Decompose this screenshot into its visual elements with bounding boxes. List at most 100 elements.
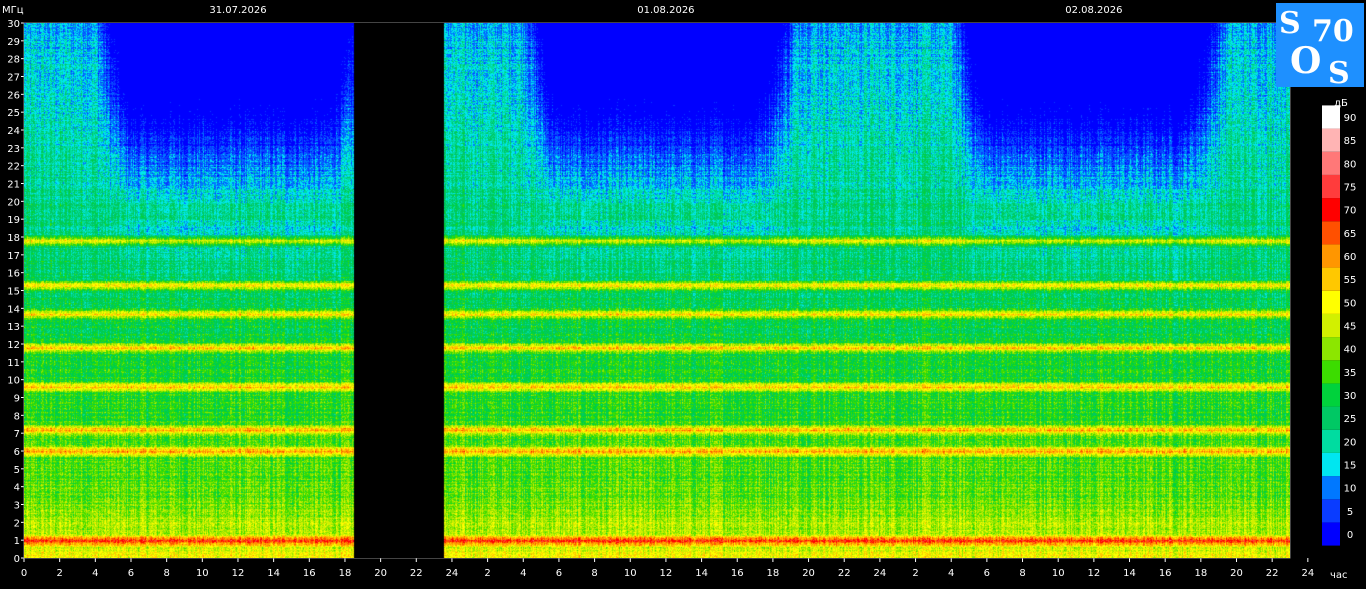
- date-label: 02.08.2026: [1065, 5, 1122, 16]
- x-tick-label: 8: [591, 568, 597, 579]
- y-tick-label: 25: [7, 108, 20, 119]
- x-tick-label: 14: [1123, 568, 1136, 579]
- y-tick-label: 7: [14, 429, 20, 440]
- legend-swatch: [1322, 360, 1340, 384]
- legend-label: 80: [1344, 159, 1357, 170]
- y-tick-label: 21: [7, 180, 20, 191]
- legend-swatch: [1322, 267, 1340, 291]
- y-tick-label: 12: [7, 340, 20, 351]
- legend-label: 40: [1344, 345, 1357, 356]
- x-tick-label: 6: [128, 568, 134, 579]
- x-tick-label: 2: [912, 568, 918, 579]
- x-tick-label: 12: [660, 568, 673, 579]
- x-tick-label: 24: [446, 568, 459, 579]
- x-tick-label: 4: [92, 568, 98, 579]
- x-tick-label: 12: [1087, 568, 1100, 579]
- y-tick-label: 8: [14, 411, 20, 422]
- y-tick-label: 10: [7, 376, 20, 387]
- x-tick-label: 20: [1230, 568, 1243, 579]
- legend-swatch: [1322, 406, 1340, 430]
- sos70-logo: S 70 O S: [1276, 3, 1364, 87]
- x-tick-label: 22: [410, 568, 423, 579]
- legend-label: 45: [1344, 322, 1357, 333]
- legend-swatch: [1322, 452, 1340, 477]
- x-tick-label: 6: [556, 568, 562, 579]
- legend-label: 70: [1344, 206, 1357, 217]
- legend-swatch: [1322, 151, 1340, 175]
- y-tick-label: 17: [7, 251, 20, 262]
- x-tick-label: 16: [303, 568, 316, 579]
- x-tick-label: 2: [56, 568, 62, 579]
- legend-label: 75: [1344, 183, 1357, 194]
- legend-swatch: [1322, 244, 1340, 268]
- date-label: 31.07.2026: [209, 5, 266, 16]
- x-tick-label: 10: [196, 568, 209, 579]
- x-tick-label: 2: [484, 568, 490, 579]
- y-axis-label: МГц: [2, 5, 24, 16]
- y-tick-label: 29: [7, 37, 20, 48]
- x-tick-label: 20: [374, 568, 387, 579]
- legend-label: 20: [1344, 437, 1357, 448]
- x-tick-label: 14: [267, 568, 280, 579]
- x-tick-label: 24: [874, 568, 887, 579]
- y-tick-label: 5: [14, 465, 20, 476]
- x-tick-label: 22: [1266, 568, 1279, 579]
- y-tick-label: 6: [14, 447, 20, 458]
- x-tick-label: 10: [1052, 568, 1065, 579]
- legend-label: 35: [1344, 368, 1357, 379]
- legend-swatch: [1322, 198, 1340, 222]
- legend-swatch: [1322, 313, 1340, 338]
- y-tick-label: 20: [7, 197, 20, 208]
- y-tick-label: 18: [7, 233, 20, 244]
- legend-swatch: [1322, 290, 1340, 314]
- legend-label: 85: [1344, 136, 1357, 147]
- x-tick-label: 18: [1194, 568, 1207, 579]
- legend-label: 30: [1344, 391, 1357, 402]
- legend-label: 55: [1344, 275, 1357, 286]
- x-axis-label: час: [1330, 570, 1348, 581]
- y-tick-label: 0: [14, 554, 20, 565]
- y-tick-label: 9: [14, 394, 20, 405]
- x-tick-label: 14: [695, 568, 708, 579]
- x-tick-label: 12: [232, 568, 245, 579]
- legend-label: 50: [1344, 298, 1357, 309]
- y-tick-label: 4: [14, 483, 20, 494]
- legend-swatch: [1322, 105, 1340, 129]
- x-tick-label: 22: [838, 568, 851, 579]
- svg-text:O: O: [1290, 40, 1321, 82]
- legend-swatch: [1322, 522, 1340, 546]
- x-tick-label: 24: [1301, 568, 1314, 579]
- legend-label: 65: [1344, 229, 1357, 240]
- y-tick-label: 14: [7, 304, 20, 315]
- y-tick-label: 23: [7, 144, 20, 155]
- legend-swatch: [1322, 383, 1340, 407]
- date-label: 01.08.2026: [637, 5, 694, 16]
- x-tick-label: 18: [339, 568, 352, 579]
- x-tick-label: 18: [767, 568, 780, 579]
- y-tick-label: 15: [7, 287, 20, 298]
- y-tick-label: 3: [14, 501, 20, 512]
- y-tick-label: 24: [7, 126, 20, 137]
- x-tick-label: 8: [1019, 568, 1025, 579]
- x-tick-label: 4: [520, 568, 526, 579]
- y-tick-label: 22: [7, 162, 20, 173]
- legend-label: 15: [1344, 461, 1357, 472]
- svg-text:S: S: [1328, 56, 1350, 87]
- x-tick-label: 10: [624, 568, 637, 579]
- y-tick-label: 13: [7, 322, 20, 333]
- x-tick-label: 20: [802, 568, 815, 579]
- legend-swatch: [1322, 221, 1340, 245]
- svg-text:S: S: [1279, 6, 1301, 41]
- y-tick-label: 30: [7, 19, 20, 30]
- legend-label: 90: [1344, 113, 1357, 124]
- legend-swatch: [1322, 429, 1340, 453]
- legend-swatch: [1322, 499, 1340, 523]
- legend-label: 10: [1344, 484, 1357, 495]
- y-tick-label: 19: [7, 215, 20, 226]
- y-tick-label: 28: [7, 55, 20, 66]
- legend-label: 0: [1347, 530, 1353, 541]
- x-tick-label: 0: [21, 568, 27, 579]
- x-tick-label: 4: [948, 568, 954, 579]
- x-tick-label: 16: [731, 568, 744, 579]
- x-tick-label: 16: [1159, 568, 1172, 579]
